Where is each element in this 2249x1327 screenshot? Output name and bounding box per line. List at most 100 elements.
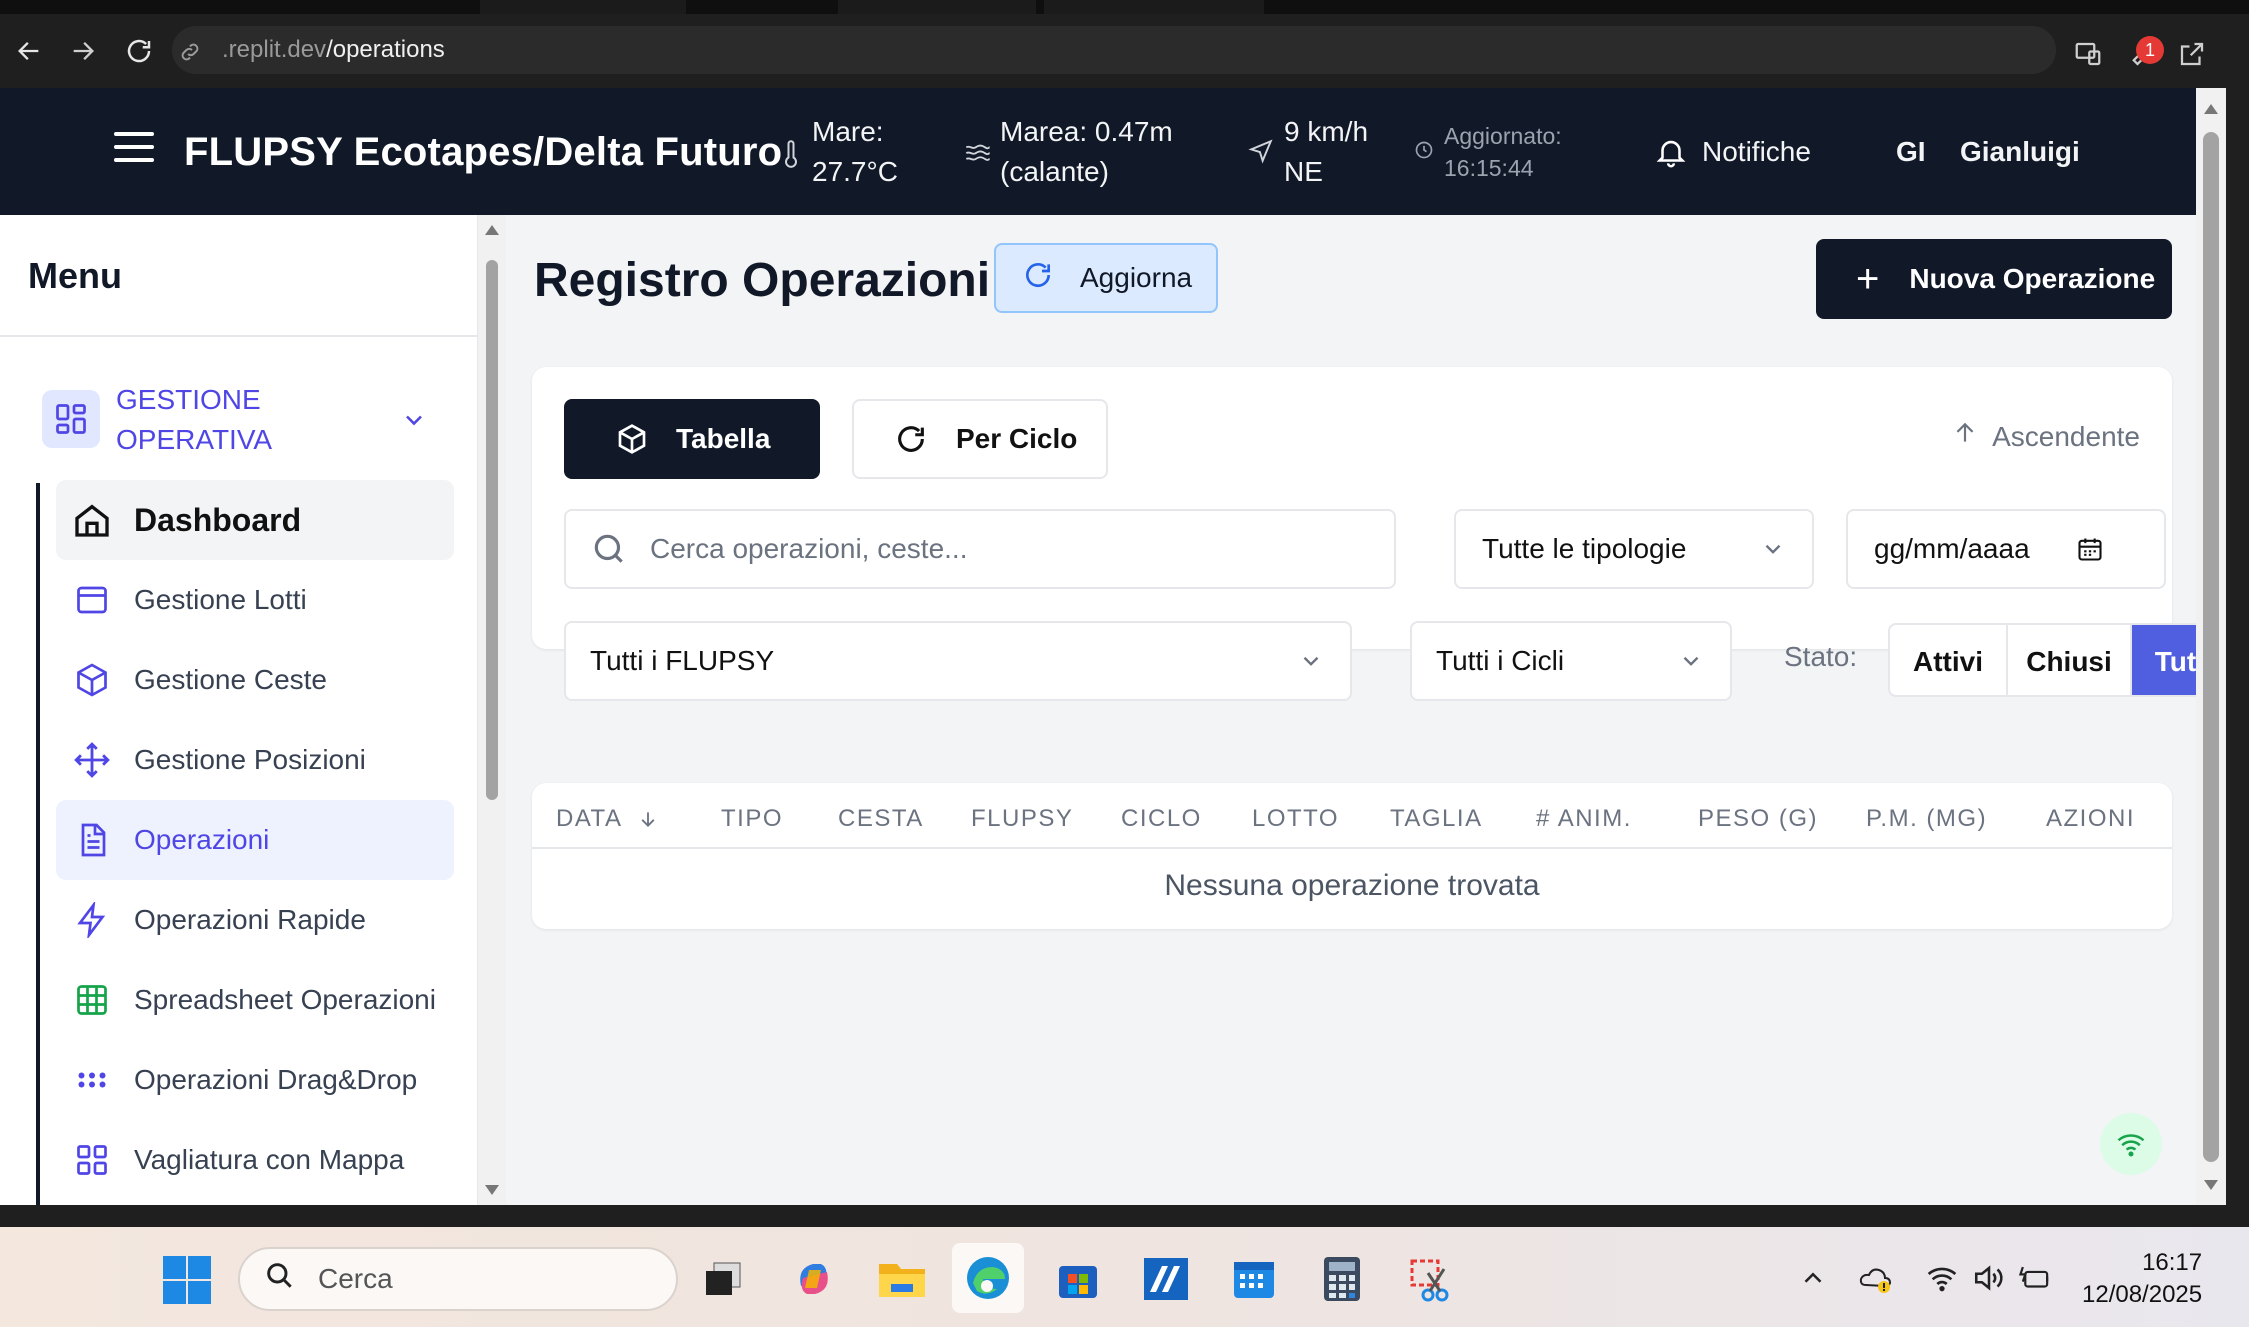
view-table-button[interactable]: Tabella [564, 399, 820, 479]
calculator-button[interactable] [1310, 1247, 1374, 1311]
store-button[interactable] [1046, 1247, 1110, 1311]
app-view-button[interactable] [2070, 36, 2106, 72]
sidebar-item-operazioni-dragdrop[interactable]: Operazioni Drag&Drop [56, 1040, 454, 1120]
state-option-attivi[interactable]: Attivi [1890, 625, 2008, 695]
scroll-down-icon [485, 1185, 499, 1195]
sort-order-toggle[interactable]: Ascendente [1952, 419, 2140, 454]
refresh-button[interactable]: Aggiorna [994, 243, 1218, 313]
cycle-filter-select[interactable]: Tutti i Cicli [1410, 621, 1732, 701]
page-scrollbar[interactable] [2196, 88, 2226, 1205]
edge-icon [967, 1257, 1009, 1299]
state-option-chiusi[interactable]: Chiusi [2008, 625, 2132, 695]
app-button[interactable] [1134, 1247, 1198, 1311]
column-header-cesta[interactable]: CESTA [838, 805, 924, 833]
calendar-icon[interactable] [2076, 535, 2104, 563]
filter-panel: Tabella Per Ciclo Ascendente Cerca opera… [532, 367, 2238, 701]
sidebar-item-gestione-ceste[interactable]: Gestione Ceste [56, 640, 454, 720]
sidebar-item-operazioni-rapide[interactable]: Operazioni Rapide [56, 880, 454, 960]
chevron-down-icon [406, 415, 422, 426]
sidebar-item-vagliatura-mappa[interactable]: Vagliatura con Mappa [56, 1120, 454, 1200]
page-scroll-thumb[interactable] [2203, 132, 2219, 1162]
nav-rail [36, 483, 40, 1205]
bell-icon [1656, 140, 1686, 168]
divider [0, 335, 477, 337]
folder-icon [879, 1264, 925, 1297]
wind-direction: NE [1284, 156, 1323, 187]
scroll-up-icon [485, 225, 499, 235]
column-header-data[interactable]: DATA [556, 805, 658, 833]
sidebar-item-label: Gestione Ceste [134, 664, 327, 695]
scroll-down-icon [2204, 1180, 2218, 1190]
address-bar[interactable]: .replit.dev/operations [172, 26, 2056, 74]
task-view-icon [706, 1262, 741, 1295]
sea-label: Mare: [812, 116, 884, 147]
user-name[interactable]: Gianluigi [1960, 132, 2080, 172]
sidebar-item-spreadsheet-operazioni[interactable]: Spreadsheet Operazioni [56, 960, 454, 1040]
battery-charging-icon[interactable] [2018, 1263, 2052, 1293]
hamburger-menu-button[interactable] [114, 132, 154, 168]
reload-button[interactable] [118, 30, 160, 72]
date-input[interactable]: gg/mm/aaaa [1846, 509, 2166, 589]
wifi-icon[interactable] [1926, 1263, 1958, 1293]
edge-button[interactable] [952, 1243, 1024, 1313]
column-header-ciclo[interactable]: CICLO [1121, 805, 1202, 833]
search-input[interactable]: Cerca operazioni, ceste... [564, 509, 1396, 589]
column-header-animali[interactable]: # ANIM. [1536, 805, 1632, 833]
wind-speed: 9 km/h [1284, 116, 1369, 147]
state-label: Stato: [1784, 641, 1858, 672]
flupsy-filter-select[interactable]: Tutti i FLUPSY [564, 621, 1352, 701]
chevron-down-icon [1765, 544, 1781, 554]
column-header-peso-medio[interactable]: P.M. (MG) [1866, 805, 1987, 833]
arrow-up-icon [1952, 419, 1978, 454]
reload-icon [127, 39, 151, 63]
task-view-button[interactable] [692, 1247, 756, 1311]
sidebar-item-dashboard[interactable]: Dashboard [56, 480, 454, 560]
section-gestione-operativa[interactable]: GESTIONE OPERATIVA [42, 380, 442, 470]
snipping-tool-button[interactable] [1398, 1247, 1462, 1311]
forward-button[interactable] [62, 30, 104, 72]
taskbar-search-label: Cerca [318, 1263, 393, 1294]
box-icon [72, 660, 112, 700]
sidebar-item-gestione-lotti[interactable]: Gestione Lotti [56, 560, 454, 640]
sidebar-item-gestione-posizioni[interactable]: Gestione Posizioni [56, 720, 454, 800]
scroll-up-icon [2204, 104, 2218, 114]
state-segmented-control: Attivi Chiusi Tutti [1888, 623, 2238, 697]
sidebar-item-operazioni[interactable]: Operazioni [56, 800, 454, 880]
new-operation-button[interactable]: + Nuova Operazione [1816, 239, 2172, 319]
package-icon [72, 580, 112, 620]
calendar-app-button[interactable] [1222, 1247, 1286, 1311]
copilot-button[interactable] [782, 1247, 846, 1311]
sidebar-scrollbar[interactable] [478, 215, 506, 1205]
start-button[interactable] [162, 1255, 212, 1305]
open-external-button[interactable] [2174, 36, 2210, 72]
system-clock[interactable]: 16:17 12/08/2025 [2082, 1247, 2202, 1311]
chevron-up-icon[interactable] [1798, 1263, 1828, 1293]
navigation-icon [1248, 139, 1273, 164]
plus-icon: + [1856, 257, 1880, 301]
type-filter-select[interactable]: Tutte le tipologie [1454, 509, 1814, 589]
notifications-button[interactable]: Notifiche [1654, 132, 1811, 172]
column-header-flupsy[interactable]: FLUPSY [971, 805, 1073, 833]
file-explorer-button[interactable] [870, 1247, 934, 1311]
view-cycle-button[interactable]: Per Ciclo [852, 399, 1108, 479]
onedrive-warning-icon[interactable] [1858, 1263, 1894, 1295]
column-header-taglia[interactable]: TAGLIA [1390, 805, 1483, 833]
sidebar-scroll-thumb[interactable] [486, 260, 498, 800]
clock-date: 12/08/2025 [2082, 1281, 2203, 1308]
volume-icon[interactable] [1972, 1263, 2006, 1293]
column-header-tipo[interactable]: TIPO [721, 805, 783, 833]
connection-status-button[interactable] [2100, 1113, 2162, 1175]
layout-grid-icon [42, 390, 100, 448]
back-button[interactable] [8, 30, 50, 72]
main-content: Registro Operazioni Aggiorna + Nuova Ope… [506, 215, 2238, 1205]
column-header-lotto[interactable]: LOTTO [1252, 805, 1339, 833]
column-header-peso[interactable]: PESO (G) [1698, 805, 1818, 833]
link-icon [181, 43, 199, 61]
chevron-down-icon [1683, 656, 1699, 666]
sidebar-item-label: Operazioni Drag&Drop [134, 1064, 418, 1095]
taskbar-search[interactable]: Cerca [238, 1247, 678, 1311]
sea-temperature: Mare: 27.7°C [812, 112, 898, 192]
browser-tab-strip [0, 0, 2249, 14]
user-avatar[interactable]: GI [1896, 132, 1926, 172]
clock-time: 16:17 [2142, 1249, 2203, 1276]
